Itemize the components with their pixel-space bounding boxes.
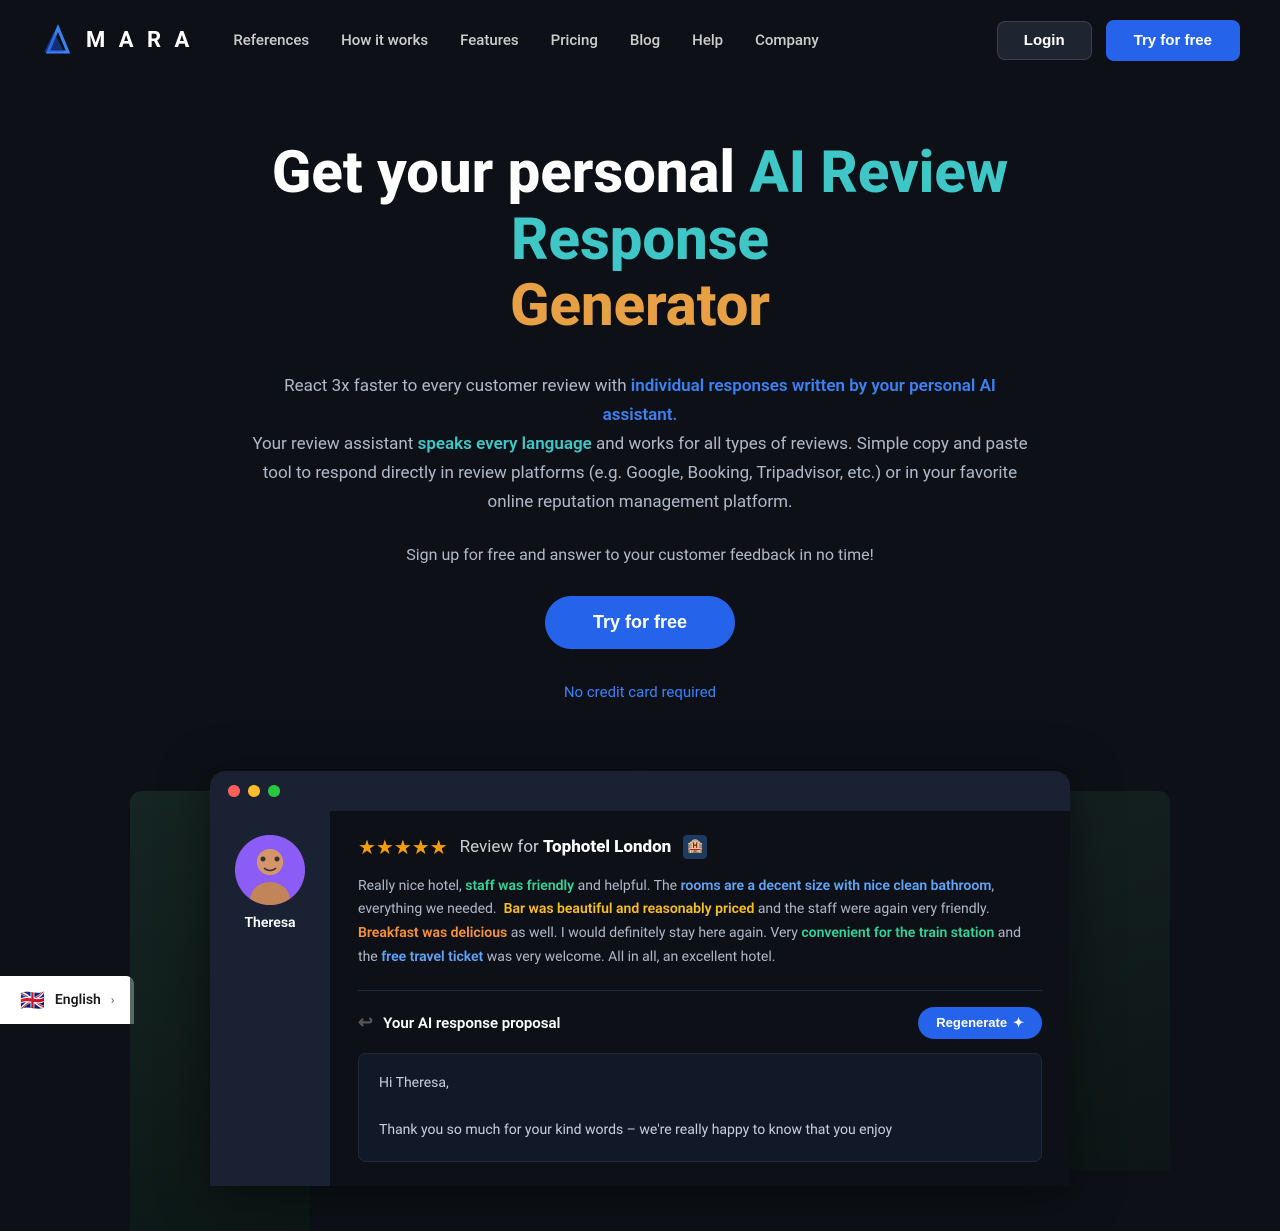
ai-response-section: ↩ Your AI response proposal Regenerate ✦… <box>358 990 1042 1162</box>
nav-features[interactable]: Features <box>460 31 518 49</box>
chevron-icon: › <box>111 993 115 1007</box>
ai-response-label: ↩ Your AI response proposal <box>358 1012 560 1033</box>
window-dot-yellow <box>248 785 260 797</box>
reviewer-name: Theresa <box>244 915 295 931</box>
ai-arrow-icon: ↩ <box>358 1012 373 1033</box>
hero-title-part1: Get your personal <box>272 139 750 207</box>
hl-bar: Bar was beautiful and reasonably priced <box>504 901 755 917</box>
hl-rooms: rooms are a decent size with nice clean … <box>681 878 992 894</box>
reviewer-panel: Theresa <box>210 811 330 1187</box>
demo-window: Theresa ★★★★★ Review for Tophotel London… <box>210 771 1070 1187</box>
window-dot-red <box>228 785 240 797</box>
ai-response-box: Hi Theresa, Thank you so much for your k… <box>358 1053 1042 1162</box>
try-free-nav-button[interactable]: Try for free <box>1106 20 1240 61</box>
hero-title: Get your personal AI Review Response Gen… <box>230 140 1050 340</box>
ai-response-text: Hi Theresa, <box>379 1072 1021 1096</box>
navbar-actions: Login Try for free <box>997 20 1240 61</box>
ai-response-body: Thank you so much for your kind words – … <box>379 1119 1021 1143</box>
avatar <box>235 835 305 905</box>
hero-desc-1: React 3x faster to every customer review… <box>284 376 631 396</box>
language-label: English <box>55 992 101 1008</box>
login-button[interactable]: Login <box>997 21 1092 60</box>
review-stars: ★★★★★ <box>358 835 448 859</box>
nav-company[interactable]: Company <box>755 31 819 49</box>
nav-pricing[interactable]: Pricing <box>551 31 598 49</box>
nav-references[interactable]: References <box>233 31 309 49</box>
nav-how-it-works[interactable]: How it works <box>341 31 428 49</box>
review-panel: ★★★★★ Review for Tophotel London 🏨 Reall… <box>330 811 1070 1187</box>
hl-staff: staff was friendly <box>465 878 574 894</box>
review-for-label: Review for Tophotel London <box>460 837 672 857</box>
hero-desc-highlight-2: speaks every language <box>418 434 592 454</box>
hero-section: Get your personal AI Review Response Gen… <box>190 80 1090 741</box>
nav-help[interactable]: Help <box>692 31 723 49</box>
navbar: M A R A References How it works Features… <box>0 0 1280 80</box>
hl-train: convenient for the train station <box>801 925 994 941</box>
hl-ticket: free travel ticket <box>381 949 483 965</box>
review-text: Really nice hotel, staff was friendly an… <box>358 875 1042 970</box>
flag-icon: 🇬🇧 <box>20 988 45 1012</box>
hotel-icon: 🏨 <box>683 835 707 859</box>
logo[interactable]: M A R A <box>40 22 193 58</box>
regenerate-icon: ✦ <box>1013 1015 1024 1031</box>
hero-signup-text: Sign up for free and answer to your cust… <box>230 545 1050 564</box>
navbar-links: References How it works Features Pricing… <box>233 31 996 49</box>
avatar-svg <box>235 835 305 905</box>
hero-desc-2: Your review assistant <box>252 434 417 454</box>
no-credit-text: No credit card required <box>564 683 716 701</box>
nav-blog[interactable]: Blog <box>630 31 660 49</box>
logo-icon <box>40 22 76 58</box>
ai-response-header: ↩ Your AI response proposal Regenerate ✦ <box>358 1007 1042 1039</box>
window-content: Theresa ★★★★★ Review for Tophotel London… <box>210 811 1070 1187</box>
language-bar[interactable]: 🇬🇧 English › <box>0 976 134 1024</box>
review-header: ★★★★★ Review for Tophotel London 🏨 <box>358 835 1042 859</box>
hl-breakfast: Breakfast was delicious <box>358 925 507 941</box>
window-dot-green <box>268 785 280 797</box>
demo-section: Theresa ★★★★★ Review for Tophotel London… <box>0 771 1280 1187</box>
window-titlebar <box>210 771 1070 811</box>
hero-try-free-button[interactable]: Try for free <box>545 596 735 649</box>
regenerate-button[interactable]: Regenerate ✦ <box>918 1007 1042 1039</box>
hotel-name: Tophotel London <box>543 837 671 857</box>
hero-desc-highlight-1: individual responses written by your per… <box>603 376 996 425</box>
hero-description: React 3x faster to every customer review… <box>250 372 1030 516</box>
hero-title-generator: Generator <box>510 272 770 340</box>
logo-text: M A R A <box>86 28 193 53</box>
